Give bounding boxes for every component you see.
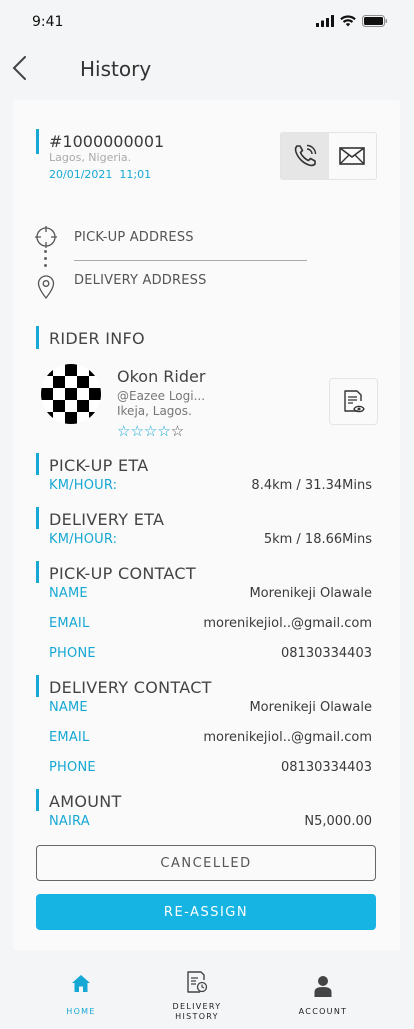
- rider-handle: @Eazee Logi...: [117, 389, 206, 403]
- status-icons: [316, 15, 388, 27]
- back-chevron-icon: [12, 56, 26, 80]
- call-button[interactable]: [281, 133, 329, 179]
- status-bar: 9:41: [0, 0, 414, 44]
- pickup-contact-name: Morenikeji Olawale: [249, 586, 372, 601]
- accent-bar: [36, 675, 39, 697]
- header: History: [0, 44, 414, 100]
- order-location: Lagos, Nigeria.: [49, 151, 132, 164]
- order-datetime: 20/01/2021 11;01: [49, 168, 151, 181]
- delivery-eta-key: KM/HOUR:: [49, 532, 118, 547]
- rider-info-title: RIDER INFO: [49, 329, 145, 348]
- accent-bar: [36, 789, 39, 811]
- document-eye-icon: [343, 389, 365, 412]
- order-date: 20/01/2021: [49, 168, 113, 181]
- rider-name: Okon Rider: [117, 367, 206, 386]
- page-title: History: [80, 57, 152, 81]
- rider-location: Ikeja, Lagos.: [117, 404, 192, 418]
- wifi-icon: [340, 15, 356, 27]
- rating-stars-filled: ☆☆☆☆: [117, 422, 171, 440]
- pickup-contact-email[interactable]: morenikejiol..@gmail.com: [203, 616, 372, 631]
- rider-rating: ☆☆☆☆☆: [117, 422, 184, 440]
- status-time: 9:41: [32, 14, 64, 30]
- nav-delivery-history[interactable]: DELIVERY HISTORY: [128, 959, 266, 1029]
- delivery-contact-name: Morenikeji Olawale: [249, 700, 372, 715]
- order-id: #1000000001: [49, 132, 165, 151]
- cancelled-button[interactable]: CANCELLED: [36, 845, 376, 881]
- nav-account-label: ACCOUNT: [298, 1007, 348, 1016]
- avatar: [41, 364, 101, 424]
- pickup-contact-phone[interactable]: 08130334403: [281, 646, 372, 661]
- delivery-eta-value: 5km / 18.66Mins: [263, 532, 372, 547]
- pickup-eta-title: PICK-UP ETA: [49, 456, 149, 475]
- back-button[interactable]: [10, 56, 34, 80]
- location-pin-icon: [37, 275, 55, 299]
- route-dots: [44, 250, 47, 271]
- account-icon: [314, 976, 332, 997]
- nav-account[interactable]: ACCOUNT: [254, 959, 392, 1029]
- delivery-contact-email[interactable]: morenikejiol..@gmail.com: [203, 730, 372, 745]
- accent-bar: [36, 453, 39, 475]
- accent-bar: [36, 507, 39, 529]
- order-time: 11;01: [119, 168, 152, 181]
- nav-delivery-history-label: DELIVERY HISTORY: [128, 1002, 266, 1022]
- delivery-contact-email-key: EMAIL: [49, 730, 90, 745]
- delivery-history-icon: [187, 971, 208, 993]
- accent-bar: [36, 561, 39, 583]
- view-rider-document-button[interactable]: [329, 378, 378, 425]
- phone-icon: [294, 144, 316, 167]
- signal-icon: [316, 15, 334, 27]
- amount-key: NAIRA: [49, 814, 90, 829]
- amount-value: N5,000.00: [304, 814, 372, 829]
- address-divider: [74, 260, 307, 261]
- pickup-eta-value: 8.4km / 31.34Mins: [251, 478, 372, 493]
- battery-icon: [362, 15, 387, 27]
- pickup-eta-key: KM/HOUR:: [49, 478, 118, 493]
- delivery-address[interactable]: DELIVERY ADDRESS: [74, 273, 207, 288]
- amount-title: AMOUNT: [49, 792, 122, 811]
- pickup-contact-email-key: EMAIL: [49, 616, 90, 631]
- contact-actions: [280, 132, 377, 180]
- delivery-contact-title: DELIVERY CONTACT: [49, 678, 212, 697]
- delivery-eta-title: DELIVERY ETA: [49, 510, 165, 529]
- delivery-contact-phone[interactable]: 08130334403: [281, 760, 372, 775]
- email-button[interactable]: [329, 133, 377, 179]
- accent-bar: [36, 129, 39, 154]
- pickup-contact-phone-key: PHONE: [49, 646, 96, 661]
- pickup-contact-name-key: NAME: [49, 586, 88, 601]
- accent-bar: [36, 326, 39, 349]
- pickup-address[interactable]: PICK-UP ADDRESS: [74, 230, 194, 245]
- delivery-contact-name-key: NAME: [49, 700, 88, 715]
- bottom-nav: HOME DELIVERY HISTORY ACCOUNT: [0, 959, 414, 1029]
- nav-delivery-history-line2: HISTORY: [175, 1012, 219, 1021]
- mail-icon: [339, 147, 366, 165]
- delivery-contact-phone-key: PHONE: [49, 760, 96, 775]
- nav-delivery-history-line1: DELIVERY: [172, 1002, 222, 1011]
- reassign-button[interactable]: RE-ASSIGN: [36, 894, 376, 930]
- home-icon: [72, 975, 90, 992]
- crosshair-icon: [35, 226, 57, 248]
- pickup-contact-title: PICK-UP CONTACT: [49, 564, 196, 583]
- rating-stars-empty: ☆: [170, 422, 185, 440]
